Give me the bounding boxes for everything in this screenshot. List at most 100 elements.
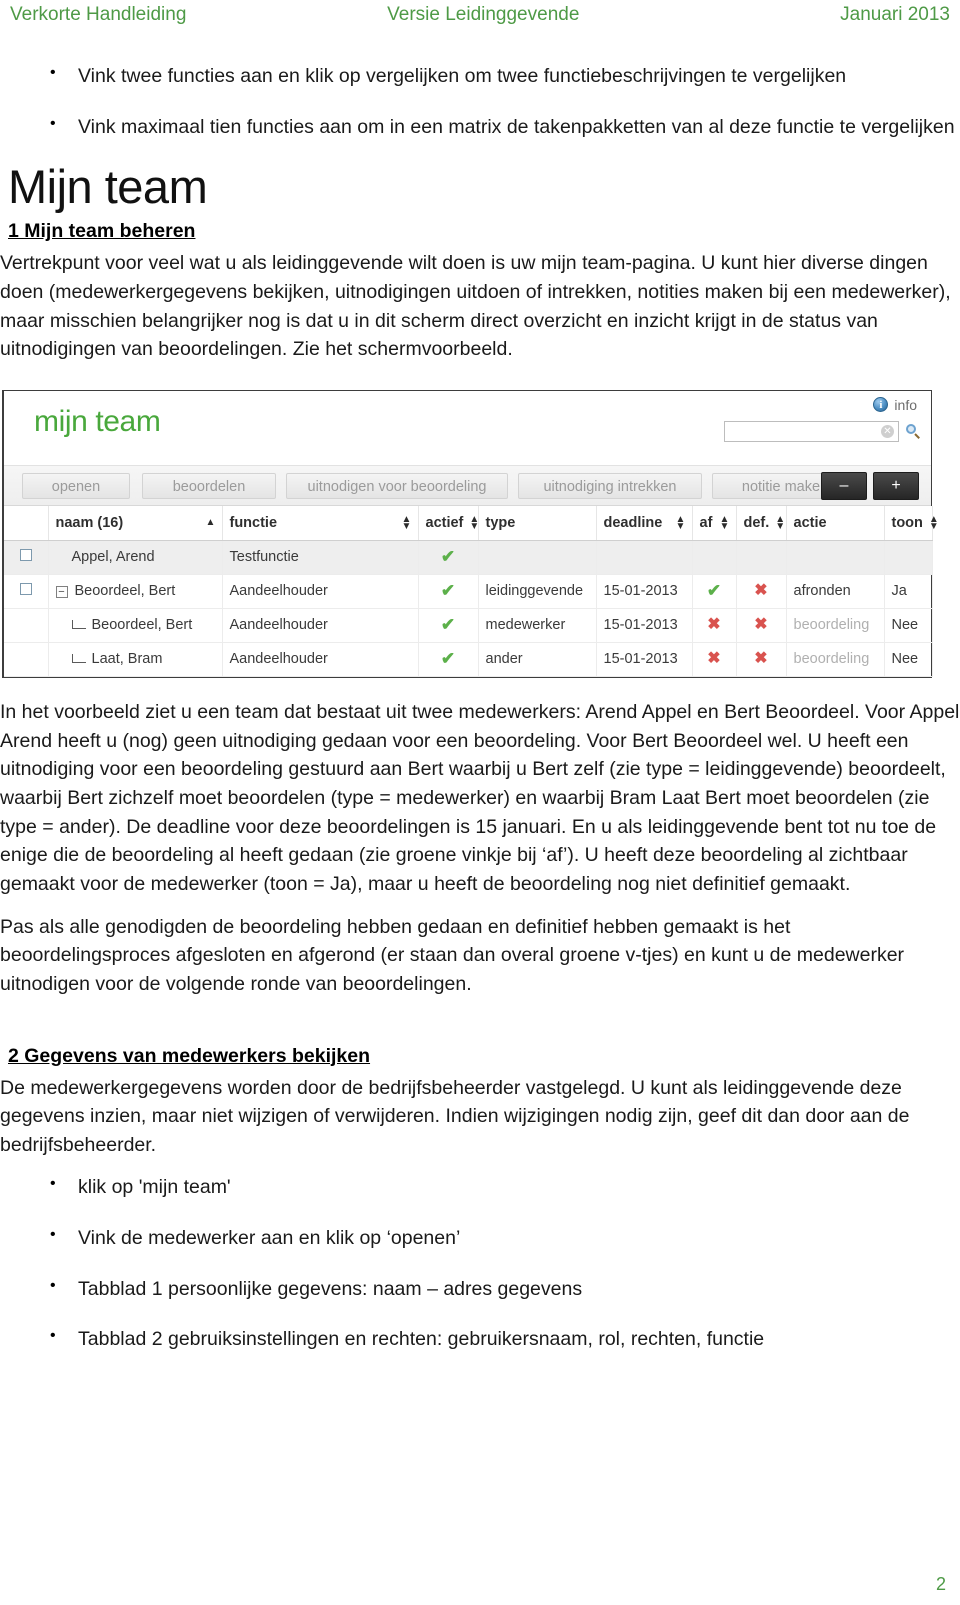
cell-actief: ✔: [418, 642, 479, 677]
column-label: naam (16): [55, 514, 124, 531]
list-item: klik op 'mijn team': [0, 1172, 960, 1202]
cell-def: ✖: [736, 642, 787, 677]
column-label: toon: [891, 514, 923, 531]
cell-toon: Nee: [884, 642, 933, 677]
table-row[interactable]: Laat, Bram Aandeelhouder ✔ ander 15-01-2013 ✖…: [4, 642, 933, 677]
row-select-cell[interactable]: [4, 540, 49, 575]
cell-actief: ✔: [418, 608, 479, 643]
openen-button[interactable]: openen: [22, 472, 130, 499]
search-group: ✕: [724, 420, 921, 442]
cell-actief: ✔: [418, 574, 479, 609]
tree-branch-icon: [71, 653, 86, 663]
uitnodigen-voor-beoordeling-button[interactable]: uitnodigen voor beoordeling: [286, 472, 508, 499]
beoordelen-button[interactable]: beoordelen: [142, 472, 276, 499]
cell-naam: Laat, Bram: [48, 642, 223, 677]
sort-both-icon: ▲ ▼: [928, 513, 939, 532]
zoom-in-button[interactable]: +: [873, 471, 919, 500]
header-right-text: Januari 2013: [840, 4, 950, 25]
search-icon[interactable]: [906, 423, 921, 439]
column-header-toon[interactable]: toon ▲ ▼: [884, 505, 939, 541]
check-icon: ✔: [440, 615, 456, 635]
cell-naam: Beoordeel, Bert: [48, 608, 223, 643]
cell-def: [736, 540, 787, 575]
column-label: functie: [229, 514, 278, 531]
row-select-cell[interactable]: [4, 608, 49, 643]
search-input[interactable]: ✕: [724, 420, 899, 442]
info-link[interactable]: i info: [873, 397, 917, 413]
section-2-paragraph: De medewerkergegevens worden door de bed…: [0, 1076, 910, 1156]
row-checkbox[interactable]: [19, 549, 32, 562]
cross-icon: ✖: [754, 582, 768, 600]
list-item: Vink maximaal tien functies aan om in ee…: [0, 112, 960, 142]
column-header-actie[interactable]: actie: [786, 505, 885, 541]
column-header-af[interactable]: af ▲ ▼: [692, 505, 737, 541]
column-header-type[interactable]: type: [478, 505, 597, 541]
document-content: Vink twee functies aan en klik op vergel…: [0, 61, 960, 1376]
cell-actie[interactable]: afronden: [786, 574, 885, 609]
table-row[interactable]: Beoordeel, Bert Aandeelhouder ✔ medewerker 1…: [4, 608, 933, 643]
section-1-heading: 1 Mijn team beheren: [8, 220, 196, 243]
page-title: Mijn team: [8, 160, 208, 214]
cell-functie: Testfunctie: [222, 540, 419, 575]
header-center-text: Versie Leidinggevende: [387, 4, 580, 25]
naam-text: Beoordeel, Bert: [91, 617, 193, 634]
column-label: type: [485, 514, 516, 531]
cell-naam: − Beoordeel, Bert: [48, 574, 223, 609]
explanation-paragraph-2: Pas als alle genodigden de beoordeling h…: [0, 915, 905, 995]
cell-actie: beoordeling: [786, 642, 885, 677]
table-row[interactable]: − Beoordeel, Bert Aandeelhouder ✔ leidinggev…: [4, 574, 933, 609]
explanation-paragraph-1: In het voorbeeld ziet u een team dat bes…: [0, 700, 960, 895]
info-icon: i: [873, 397, 889, 413]
row-select-cell[interactable]: [4, 574, 49, 609]
naam-text: Beoordeel, Bert: [74, 583, 176, 600]
app-logo: mijn team: [34, 404, 161, 438]
column-header-naam[interactable]: naam (16) ▲: [48, 505, 223, 541]
cell-toon: Ja: [884, 574, 933, 609]
list-item: Vink twee functies aan en klik op vergel…: [0, 61, 960, 91]
sort-both-icon: ▲ ▼: [675, 513, 686, 532]
zoom-out-button[interactable]: –: [821, 471, 867, 500]
table-header-row: naam (16) ▲ functie ▲ ▼ actief ▲ ▼ type …: [4, 505, 939, 541]
column-label: deadline: [603, 514, 663, 531]
row-checkbox[interactable]: [19, 583, 32, 596]
cell-type: [478, 540, 597, 575]
cell-def: ✖: [736, 608, 787, 643]
section-2-bullet-list: klik op 'mijn team' Vink de medewerker a…: [0, 1172, 960, 1354]
cell-actief: ✔: [418, 540, 479, 575]
cell-af: [692, 540, 737, 575]
cell-af: ✖: [692, 642, 737, 677]
cell-actie: [786, 540, 885, 575]
cell-type: leidinggevende: [478, 574, 597, 609]
column-label: af: [699, 514, 713, 531]
sort-both-icon: ▲ ▼: [719, 513, 730, 532]
clear-icon[interactable]: ✕: [881, 424, 894, 438]
column-header-deadline[interactable]: deadline ▲ ▼: [596, 505, 693, 541]
tree-collapse-icon[interactable]: −: [55, 585, 68, 598]
cell-type: medewerker: [478, 608, 597, 643]
cross-icon: ✖: [754, 650, 768, 668]
column-header-actief[interactable]: actief ▲ ▼: [418, 505, 479, 541]
cross-icon: ✖: [707, 650, 721, 668]
column-header-def[interactable]: def. ▲ ▼: [736, 505, 787, 541]
column-header-functie[interactable]: functie ▲ ▼: [222, 505, 419, 541]
check-icon: ✔: [440, 581, 456, 601]
table-row[interactable]: Appel, Arend Testfunctie ✔: [4, 540, 933, 575]
team-table-body: Appel, Arend Testfunctie ✔ − Beoordeel, Bert…: [4, 540, 933, 677]
uitnodiging-intrekken-button[interactable]: uitnodiging intrekken: [518, 472, 702, 499]
intro-bullet-list: Vink twee functies aan en klik op vergel…: [0, 61, 960, 142]
app-toolbar: openen beoordelen uitnodigen voor beoord…: [4, 465, 931, 506]
sort-both-icon: ▲ ▼: [401, 513, 412, 532]
row-select-cell[interactable]: [4, 642, 49, 677]
page-number: 2: [935, 1574, 946, 1594]
header-divider: [0, 36, 960, 37]
section-2-heading: 2 Gegevens van medewerkers bekijken: [8, 1044, 371, 1067]
cell-functie: Aandeelhouder: [222, 574, 419, 609]
app-screenshot-figure: mijn team i info ✕ openen beoordelen uit…: [0, 389, 960, 678]
mijn-team-app-window: mijn team i info ✕ openen beoordelen uit…: [2, 389, 939, 678]
cell-functie: Aandeelhouder: [222, 642, 419, 677]
column-label: actief: [425, 514, 464, 531]
cross-icon: ✖: [707, 616, 721, 634]
list-item: Tabblad 2 gebruiksinstellingen en rechte…: [0, 1324, 960, 1354]
section-1-paragraph: Vertrekpunt voor veel wat u als leidingg…: [0, 252, 951, 361]
list-item: Vink de medewerker aan en klik op ‘opene…: [0, 1223, 960, 1253]
